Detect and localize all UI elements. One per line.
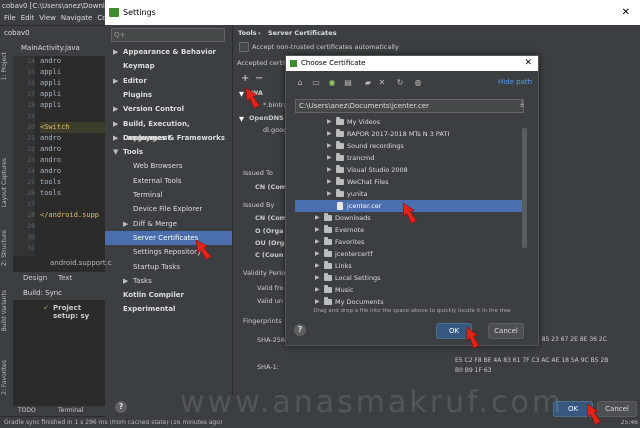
watermark: www.anasmakruf.com bbox=[180, 385, 565, 420]
arrow-icon bbox=[402, 202, 418, 224]
arrow-icon bbox=[195, 239, 212, 261]
arrow-icon bbox=[586, 403, 602, 425]
arrow-icon bbox=[466, 326, 480, 349]
annotation-arrows bbox=[195, 87, 602, 425]
editor-breadcrumb[interactable]: android.support.c bbox=[50, 259, 112, 267]
arrow-icon bbox=[245, 87, 261, 109]
